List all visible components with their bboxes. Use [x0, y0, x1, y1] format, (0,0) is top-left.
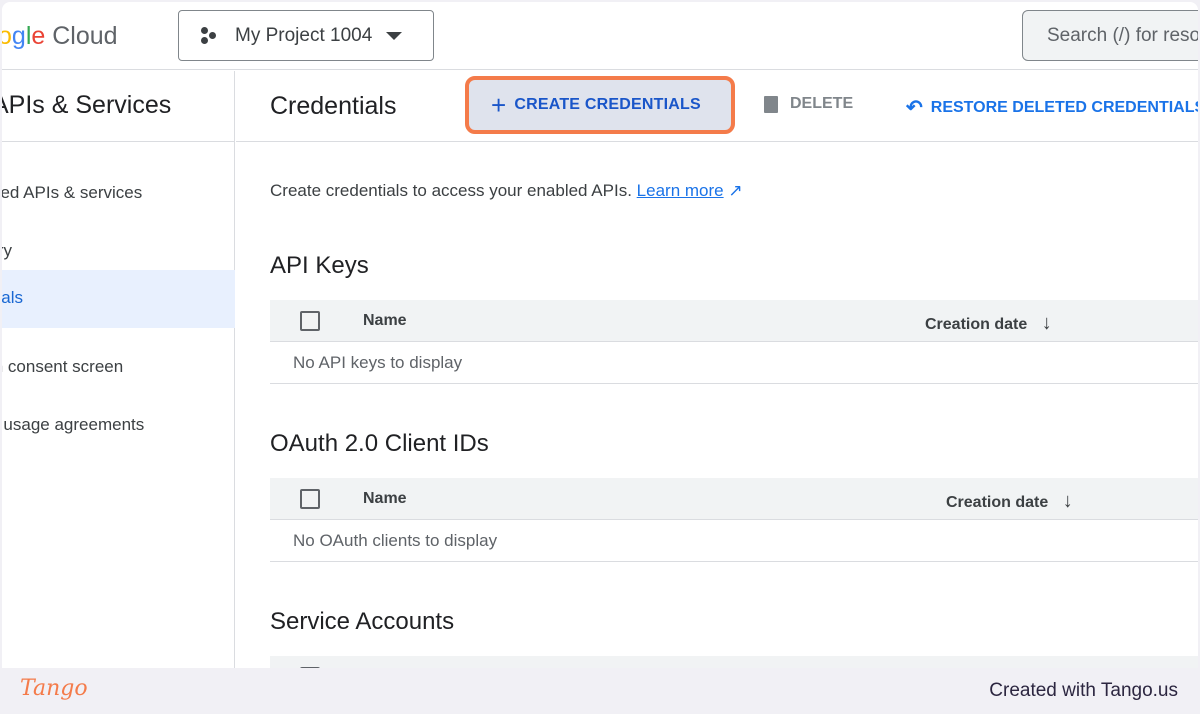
create-label: CREATE CREDENTIALS — [514, 96, 701, 113]
api-keys-table: Name Creation date ↓ No API keys to displ… — [270, 300, 1198, 384]
service-accounts-title: Service Accounts — [270, 608, 455, 635]
external-link-icon: ↗ — [728, 181, 743, 200]
create-credentials-button[interactable]: + CREATE CREDENTIALS — [465, 76, 735, 134]
delete-label: DELETE — [790, 95, 854, 112]
service-accounts-table — [270, 656, 1198, 668]
learn-more-link[interactable]: Learn more — [637, 181, 724, 200]
col-name[interactable]: Name — [363, 490, 407, 508]
restore-button[interactable]: ↶ RESTORE DELETED CREDENTIALS — [906, 95, 1198, 120]
search-input[interactable]: Search (/) for resources — [1022, 10, 1198, 61]
delete-button[interactable]: DELETE — [764, 95, 853, 113]
page-title: Credentials — [270, 92, 397, 120]
plus-icon: + — [491, 89, 507, 120]
footer-credit: Created with Tango.us — [989, 680, 1178, 701]
caret-down-icon — [386, 31, 403, 40]
sidebar-item-label: Credentials — [2, 288, 23, 307]
sidebar-item-credentials[interactable]: Credentials — [2, 270, 235, 328]
restore-label: RESTORE DELETED CREDENTIALS — [930, 98, 1198, 116]
sort-down-icon: ↓ — [1041, 312, 1052, 334]
api-keys-title: API Keys — [270, 252, 369, 279]
sidebar-item-oauth-consent[interactable]: OAuth consent screen — [2, 339, 188, 397]
select-all-checkbox[interactable] — [300, 489, 320, 509]
google-cloud-logo[interactable]: ogle Cloud — [2, 22, 118, 51]
sidebar-item-enabled-apis[interactable]: Enabled APIs & services — [2, 165, 190, 223]
description: Create credentials to access your enable… — [270, 181, 743, 201]
empty-message: No API keys to display — [293, 353, 463, 372]
oauth-title: OAuth 2.0 Client IDs — [270, 430, 489, 457]
main-content: Credentials + CREATE CREDENTIALS DELETE ↶… — [236, 71, 1198, 668]
col-creation-date[interactable]: Creation date ↓ — [946, 490, 1073, 513]
project-name: My Project 1004 — [235, 24, 373, 46]
sort-down-icon: ↓ — [1062, 490, 1073, 512]
empty-message: No OAuth clients to display — [293, 531, 498, 550]
trash-icon — [764, 95, 778, 113]
tango-footer: Tango Created with Tango.us — [0, 668, 1200, 714]
app-window: ogle Cloud My Project 1004 Search (/) fo… — [2, 2, 1198, 668]
select-all-checkbox[interactable] — [300, 311, 320, 331]
col-name[interactable]: Name — [363, 312, 407, 330]
project-selector[interactable]: My Project 1004 — [178, 10, 434, 61]
sidebar: APIs & Services Enabled APIs & services … — [2, 71, 235, 668]
sidebar-item-page-usage[interactable]: Page usage agreements — [2, 397, 192, 455]
oauth-table: Name Creation date ↓ No OAuth clients to … — [270, 478, 1198, 562]
description-text: Create credentials to access your enable… — [270, 181, 632, 200]
project-icon — [201, 26, 219, 45]
tango-logo: Tango — [20, 676, 88, 701]
col-creation-date[interactable]: Creation date ↓ — [925, 312, 1052, 335]
undo-icon: ↶ — [906, 97, 923, 119]
top-bar: ogle Cloud My Project 1004 Search (/) fo… — [2, 2, 1198, 70]
sidebar-title: APIs & Services — [2, 91, 172, 119]
